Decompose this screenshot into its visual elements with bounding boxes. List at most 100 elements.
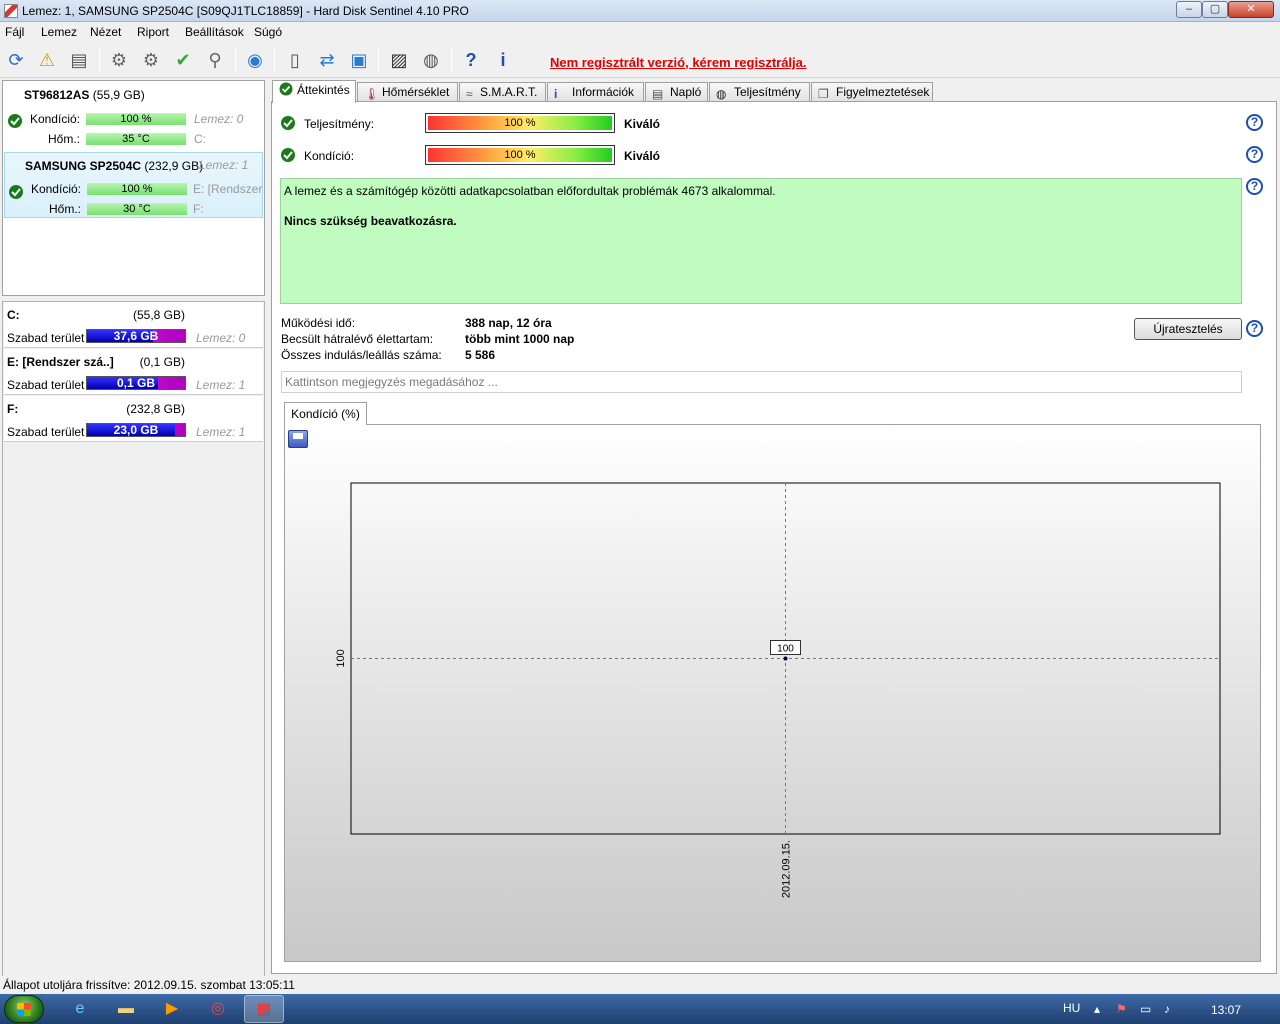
free-space-bar: 23,0 GB — [86, 423, 186, 437]
tab-performance[interactable]: ◍ Teljesítmény — [709, 82, 810, 102]
network-icon[interactable]: ▣ — [346, 47, 372, 73]
data-point — [783, 656, 788, 661]
tab-condition-graph[interactable]: Kondíció (%) — [284, 402, 367, 425]
condition-bar: 100 % — [86, 113, 186, 125]
info-icon[interactable]: i — [490, 47, 516, 73]
language-indicator[interactable]: HU — [1063, 1001, 1080, 1015]
volume-item-c[interactable]: C: (55,8 GB) Szabad terület 37,6 GB Leme… — [4, 302, 263, 348]
menu-settings[interactable]: Beállítások — [185, 25, 244, 39]
windows-logo-icon — [17, 1003, 31, 1016]
temperature-bar: 35 °C — [86, 133, 186, 145]
report-icon[interactable]: ▯ — [282, 47, 308, 73]
menu-file[interactable]: Fájl — [5, 25, 24, 39]
temperature-label: Hőm.: — [48, 202, 81, 216]
condition-label: Kondíció: — [30, 182, 81, 196]
tab-smart[interactable]: ≈ S.M.A.R.T. — [459, 82, 546, 102]
status-recommendation: Nincs szükség beavatkozásra. — [284, 214, 457, 228]
volume-list: C: — [194, 132, 206, 146]
free-space-label: Szabad terület — [7, 425, 85, 439]
disk-item-1[interactable]: SAMSUNG SP2504C (232,9 GB) Lemez: 1 Kond… — [4, 152, 263, 218]
chrome-icon[interactable]: ◎ — [198, 995, 238, 1023]
volume-size: (0,1 GB) — [139, 355, 185, 369]
volume-list-2: F: — [193, 202, 204, 216]
status-message: A lemez és a számítógép közötti adatkapc… — [284, 184, 776, 198]
y-tick-label: 100 — [335, 649, 347, 667]
tab-log[interactable]: ▤ Napló — [645, 82, 708, 102]
x-tick-label: 2012.09.15. — [781, 840, 793, 898]
ok-check-icon — [279, 82, 293, 96]
ok-check-icon — [281, 116, 295, 130]
disk-ref: Lemez: 0 — [194, 112, 244, 126]
volume-size: (232,8 GB) — [126, 402, 185, 416]
alerts-icon: ❐ — [818, 87, 829, 101]
retest-button[interactable]: Újratesztelés — [1134, 318, 1242, 340]
ie-icon[interactable]: e — [60, 995, 100, 1023]
free-space-bar: 0,1 GB — [86, 376, 186, 390]
menu-report[interactable]: Riport — [137, 25, 169, 39]
menu-help[interactable]: Súgó — [254, 25, 282, 39]
menu-view[interactable]: Nézet — [90, 25, 121, 39]
free-space-label: Szabad terület — [7, 331, 85, 345]
alert-icon[interactable]: ⚠ — [34, 47, 60, 73]
hard-disk-sentinel-taskbar-icon[interactable]: ▦ — [244, 995, 284, 1023]
sound-icon[interactable]: ◍ — [418, 47, 444, 73]
volume-item-f[interactable]: F: (232,8 GB) Szabad terület 23,0 GB Lem… — [4, 396, 263, 442]
start-stop-value: 5 586 — [465, 348, 496, 362]
register-link[interactable]: Nem regisztrált verzió, kérem regisztrál… — [550, 55, 807, 70]
free-space-label: Szabad terület — [7, 378, 85, 392]
refresh-icon[interactable]: ⟳ — [3, 47, 29, 73]
tray-flag-icon[interactable]: ⚑ — [1116, 1002, 1127, 1016]
note-input[interactable]: Kattintson megjegyzés megadásához ... — [281, 371, 1242, 393]
explorer-icon[interactable]: ▬ — [106, 995, 146, 1023]
disk-search-icon[interactable]: ⚲ — [202, 47, 228, 73]
start-stop-label: Összes indulás/leállás száma: — [281, 348, 442, 362]
volume-item-e[interactable]: E: [Rendszer szá..] (0,1 GB) Szabad terü… — [4, 349, 263, 395]
title-bar: Lemez: 1, SAMSUNG SP2504C [S09QJ1TLC1885… — [0, 0, 1280, 22]
condition-quality: Kiváló — [624, 149, 661, 163]
condition-bar: 100 % — [425, 145, 615, 165]
globe-icon[interactable]: ◉ — [242, 47, 268, 73]
help-icon[interactable]: ? — [1246, 146, 1263, 163]
clock[interactable]: 13:07 — [1211, 1003, 1241, 1017]
tray-expand-icon[interactable]: ▴ — [1094, 1002, 1100, 1016]
log-icon: ▤ — [652, 87, 664, 101]
performance-bar: 100 % — [425, 113, 615, 133]
condition-label: Kondíció: — [304, 149, 355, 163]
menu-disk[interactable]: Lemez — [41, 25, 77, 39]
tab-overview[interactable]: Áttekintés — [272, 80, 356, 103]
tab-alerts[interactable]: ❐ Figyelmeztetések — [811, 82, 933, 102]
app-icon — [4, 4, 18, 18]
monitor-icon[interactable]: ▨ — [386, 47, 412, 73]
disk-ref: Lemez: 1 — [199, 158, 249, 172]
disk-item-0[interactable]: ST96812AS (55,9 GB) Kondíció: 100 % Leme… — [4, 82, 263, 148]
disk-test-icon[interactable]: ⚙ — [138, 47, 164, 73]
remaining-life-value: több mint 1000 nap — [465, 332, 575, 346]
help-icon[interactable]: ? — [1246, 114, 1263, 131]
close-button[interactable]: ✕ — [1228, 1, 1274, 18]
toolbar-separator — [274, 48, 275, 72]
remaining-life-label: Becsült hátralévő élettartam: — [281, 332, 434, 346]
condition-chart: 100 100 2012.09.15. — [335, 482, 1221, 898]
volume-name: F: — [7, 402, 19, 416]
help-icon[interactable]: ? — [458, 47, 484, 73]
taskbar: e ▬ ▶ ◎ ▦ HU ▴ ⚑ ▭ ♪ 13:07 — [0, 994, 1280, 1024]
minimize-button[interactable]: – — [1176, 1, 1202, 18]
volume-size: (55,8 GB) — [132, 308, 185, 322]
disk-icon[interactable]: ▤ — [66, 47, 92, 73]
start-button[interactable] — [4, 995, 44, 1023]
help-icon[interactable]: ? — [1246, 320, 1263, 337]
disk-check-icon[interactable]: ✔ — [170, 47, 196, 73]
media-player-icon[interactable]: ▶ — [152, 995, 192, 1023]
maximize-button[interactable]: ▢ — [1202, 1, 1228, 18]
gauge-icon: ◍ — [716, 87, 727, 101]
tray-network-icon[interactable]: ▭ — [1140, 1002, 1151, 1016]
disk-tool-icon[interactable]: ⚙ — [106, 47, 132, 73]
send-report-icon[interactable]: ⇄ — [314, 47, 340, 73]
tab-temperature[interactable]: 🌡 Hőmérséklet — [357, 82, 458, 102]
condition-bar: 100 % — [87, 183, 187, 195]
help-icon[interactable]: ? — [1246, 178, 1263, 195]
tab-information[interactable]: i Információk — [547, 82, 644, 102]
data-label: 100 — [777, 644, 794, 655]
ok-check-icon — [8, 114, 22, 128]
tray-volume-icon[interactable]: ♪ — [1164, 1002, 1170, 1016]
